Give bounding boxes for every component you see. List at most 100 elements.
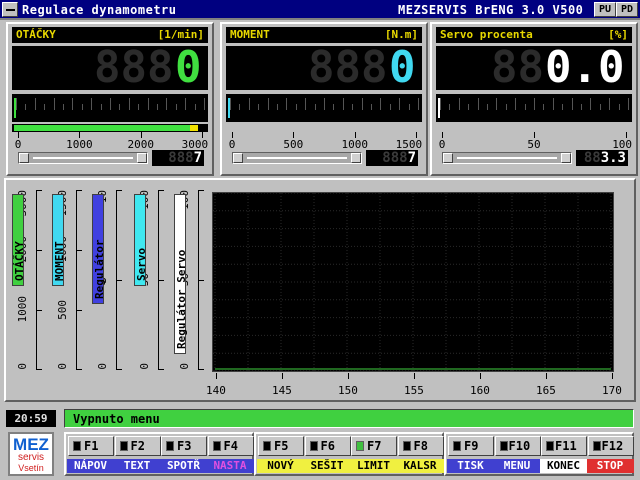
system-menu-button[interactable] bbox=[2, 2, 18, 17]
slider-right-knob[interactable] bbox=[137, 153, 147, 163]
fkey-f2-button[interactable]: F2 bbox=[114, 436, 161, 456]
vertical-tick bbox=[36, 369, 42, 370]
bargraph-tick bbox=[361, 98, 363, 110]
bargraph-tick bbox=[515, 98, 517, 110]
clock: 20:59 bbox=[6, 410, 56, 427]
series-tag: Regulátor Servo bbox=[174, 194, 188, 354]
bargraph-tick bbox=[524, 104, 526, 110]
slider-right-knob[interactable] bbox=[351, 153, 361, 163]
bargraph-tick bbox=[505, 104, 507, 110]
fkey-f5-button[interactable]: F5 bbox=[258, 436, 304, 456]
fkey-led-indicator bbox=[499, 441, 508, 451]
logo-line-3: Vsetín bbox=[18, 463, 44, 473]
vertical-tick-label: 0 bbox=[56, 363, 69, 370]
fkey-f10-button[interactable]: F10 bbox=[494, 436, 541, 456]
fkey-f6-button[interactable]: F6 bbox=[304, 436, 351, 456]
vertical-tick bbox=[116, 190, 122, 191]
bargraph-indicator bbox=[438, 98, 440, 118]
pu-button[interactable]: PU bbox=[594, 2, 616, 17]
gauge-bargraph bbox=[226, 94, 422, 122]
x-axis-tick bbox=[612, 373, 613, 379]
trend-chart-plot bbox=[213, 193, 613, 371]
gauge-setpoint-value[interactable]: 8887 bbox=[366, 150, 418, 166]
bargraph-tick bbox=[380, 98, 382, 110]
gauge-digital-readout: 88 0.0 bbox=[436, 46, 632, 90]
fkey-f11-button[interactable]: F11 bbox=[541, 436, 587, 456]
fkey-led-indicator bbox=[546, 441, 554, 451]
bargraph-tick bbox=[468, 104, 470, 110]
fkey-label[interactable]: TISK bbox=[447, 459, 494, 473]
fkey-name: F2 bbox=[130, 439, 145, 453]
x-axis-tick bbox=[216, 373, 217, 379]
gauge-level-bar bbox=[226, 124, 422, 132]
bargraph-tick bbox=[138, 104, 140, 110]
fkey-led-indicator bbox=[73, 441, 81, 451]
slider-right-knob[interactable] bbox=[561, 153, 571, 163]
bargraph-tick bbox=[543, 104, 545, 110]
gauge-setpoint-slider[interactable] bbox=[442, 152, 572, 164]
bargraph-tick bbox=[618, 104, 620, 110]
fkey-label[interactable]: SPOTŘ bbox=[160, 459, 207, 473]
title-bar: Regulace dynamometru MEZSERVIS BrENG 3.0… bbox=[0, 0, 640, 20]
scale-label: 500 bbox=[283, 138, 304, 151]
fkey-name: F9 bbox=[464, 439, 479, 453]
gauge-level-bar bbox=[436, 124, 632, 132]
fkey-label[interactable]: NASTA bbox=[206, 459, 254, 473]
fkey-name: F6 bbox=[320, 439, 335, 453]
bargraph-tick bbox=[571, 98, 573, 110]
bargraph-tick bbox=[609, 98, 611, 110]
slider-left-knob[interactable] bbox=[19, 153, 29, 163]
bargraph-tick bbox=[258, 104, 260, 110]
vertical-tick-label: 0 bbox=[178, 363, 191, 370]
gauge-setpoint-value[interactable]: 883.3 bbox=[576, 150, 628, 166]
fkey-name: F11 bbox=[555, 439, 577, 453]
fkey-label[interactable]: KONEC bbox=[540, 459, 587, 473]
fkey-f7-button[interactable]: F7 bbox=[351, 436, 397, 456]
bargraph-tick bbox=[628, 98, 629, 110]
fkey-f12-button[interactable]: F12 bbox=[587, 436, 634, 456]
slider-left-knob[interactable] bbox=[233, 153, 243, 163]
fkey-label[interactable]: SEŠIT bbox=[303, 459, 351, 473]
series-tag: OTÁČKY bbox=[12, 194, 26, 286]
gauge-setpoint-slider[interactable] bbox=[18, 152, 148, 164]
vertical-tick bbox=[198, 190, 204, 191]
bargraph-tick bbox=[418, 98, 419, 110]
vertical-tick bbox=[76, 190, 82, 191]
fkey-group-0: F1 NÁPOV F2 TEXT F3 SPOTŘ F4 NASTA bbox=[64, 432, 254, 476]
fkey-f1-button[interactable]: F1 bbox=[68, 436, 114, 456]
gauge-setpoint-slider[interactable] bbox=[232, 152, 362, 164]
bargraph-tick bbox=[267, 98, 269, 110]
fkey-f3-button[interactable]: F3 bbox=[161, 436, 207, 456]
fkey-label[interactable]: TEXT bbox=[113, 459, 161, 473]
bargraph-tick bbox=[119, 104, 121, 110]
fkey-led-indicator bbox=[263, 441, 271, 451]
fkey-name: F1 bbox=[84, 439, 99, 453]
pd-button[interactable]: PD bbox=[616, 2, 638, 17]
fkey-f4-button[interactable]: F4 bbox=[207, 436, 254, 456]
fkey-label[interactable]: NOVÝ bbox=[257, 459, 304, 473]
bargraph-tick bbox=[581, 104, 582, 110]
gauge-panel-1: MOMENT [N.m] 888 0 0 500 1000 1500 8887 bbox=[220, 22, 428, 176]
gauge-ghost-digits: 88 bbox=[491, 42, 544, 93]
scale-label: 1000 bbox=[66, 138, 93, 151]
scale-label: 0 bbox=[438, 138, 446, 151]
fkey-label[interactable]: LIMIT bbox=[350, 459, 397, 473]
fkey-label[interactable]: KALSR bbox=[396, 459, 444, 473]
bargraph-tick bbox=[389, 104, 391, 110]
bargraph-tick bbox=[110, 98, 111, 110]
slider-left-knob[interactable] bbox=[443, 153, 453, 163]
fkey-f9-button[interactable]: F9 bbox=[448, 436, 494, 456]
setpoint-ghost: 888 bbox=[168, 150, 194, 166]
fkey-name: F3 bbox=[177, 439, 192, 453]
scale-label: 0 bbox=[228, 138, 236, 151]
trend-chart bbox=[212, 192, 614, 372]
fkey-label[interactable]: STOP bbox=[586, 459, 634, 473]
fkey-group-2: F9 TISK F10 MENU F11 KONEC F12 STOP bbox=[444, 432, 634, 476]
fkey-label[interactable]: NÁPOV bbox=[67, 459, 114, 473]
bargraph-tick bbox=[342, 98, 344, 110]
fkey-label[interactable]: MENU bbox=[493, 459, 541, 473]
gauge-unit: [1/min] bbox=[157, 28, 204, 41]
gauge-ghost-digits: 888 bbox=[94, 42, 174, 93]
fkey-f8-button[interactable]: F8 bbox=[397, 436, 444, 456]
gauge-setpoint-value[interactable]: 8887 bbox=[152, 150, 204, 166]
